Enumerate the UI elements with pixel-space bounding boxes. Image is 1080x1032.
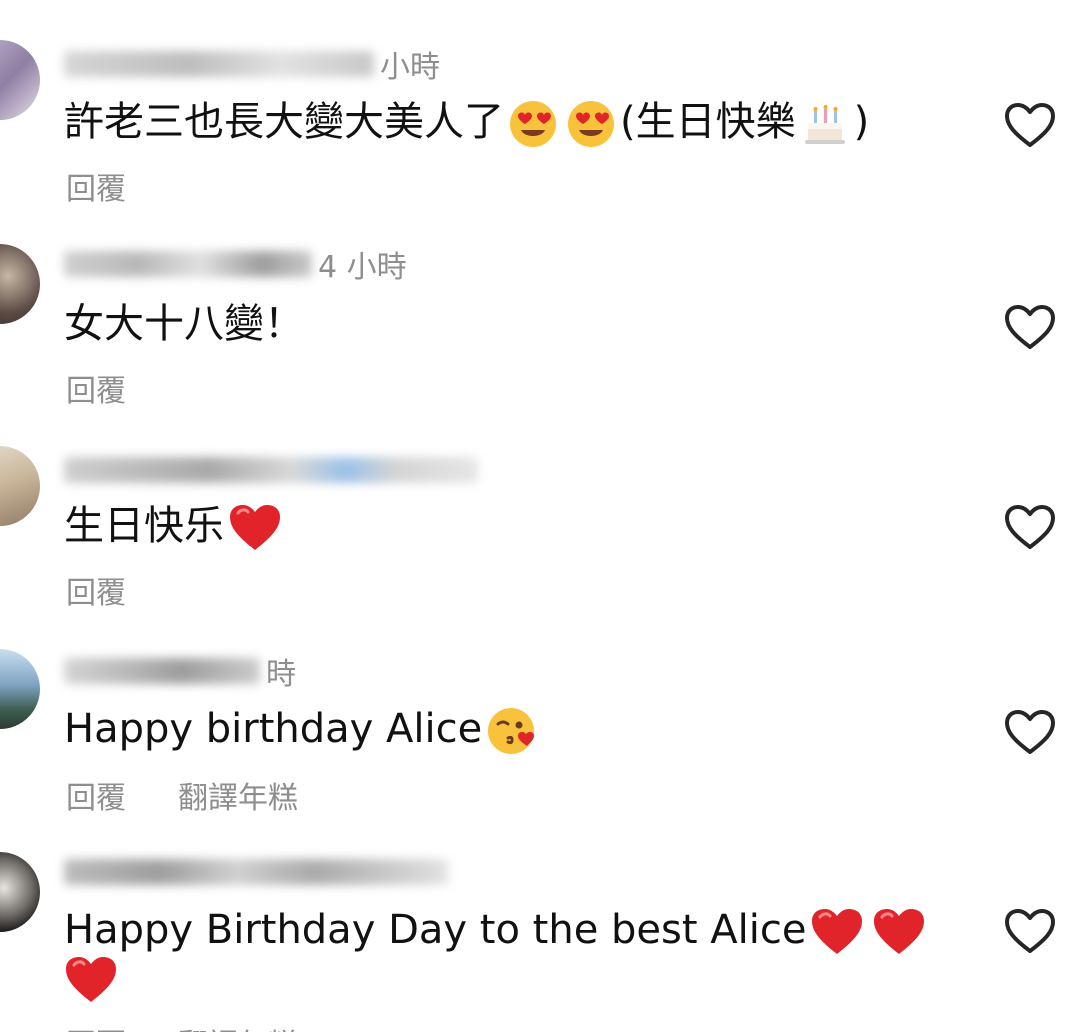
comment-text-line2 (64, 954, 122, 1005)
heart-eyes-emoji (510, 101, 556, 147)
comment-text-suffix: (生日快樂 (620, 99, 796, 145)
comment-time: 小時 (380, 50, 440, 85)
avatar[interactable] (0, 852, 40, 932)
red-heart-emoji (66, 957, 116, 1002)
red-heart-emoji (230, 505, 280, 550)
comment-text: 許老三也長大變大美人了 (生日快樂) (64, 98, 869, 149)
comment-text: 生日快乐 (64, 502, 286, 553)
comment-time: 時 (266, 657, 296, 692)
heart-icon[interactable] (1004, 504, 1056, 550)
comment-meta: 時 (64, 651, 296, 692)
username-blurred[interactable] (64, 658, 260, 684)
comment-text-main: 女大十八變！ (64, 301, 304, 347)
comment-text-main: 生日快乐 (64, 503, 224, 549)
heart-icon[interactable] (1004, 908, 1056, 954)
username-blurred[interactable] (64, 51, 374, 77)
kissing-face-emoji (488, 708, 535, 754)
comment-time: 4 小時 (318, 250, 407, 285)
comment-item: 小時 許老三也長大變大美人了 (生日快樂) 回覆 (0, 0, 1080, 207)
avatar[interactable] (0, 649, 40, 729)
reply-button[interactable]: 回覆 (66, 1020, 126, 1032)
heart-eyes-emoji (568, 101, 614, 147)
heart-icon[interactable] (1004, 709, 1056, 755)
username-blurred[interactable] (64, 251, 312, 277)
comment-meta: 小時 (64, 44, 440, 85)
avatar[interactable] (0, 40, 40, 120)
comment-text-main: Happy Birthday Day to the best Alice (64, 907, 807, 953)
username-blurred[interactable] (64, 859, 448, 885)
comment-text: Happy Birthday Day to the best Alice (64, 906, 930, 957)
comment-item: Happy Birthday Day to the best Alice 回覆 … (0, 810, 1080, 1032)
red-heart-emoji (874, 909, 925, 954)
birthday-cake-emoji (804, 105, 845, 144)
comment-meta (64, 450, 484, 490)
heart-icon[interactable] (1004, 304, 1056, 350)
heart-icon[interactable] (1004, 102, 1056, 148)
comment-text: Happy birthday Alice (64, 705, 544, 756)
comment-text: 女大十八變！ (64, 300, 304, 348)
comment-actions: 回覆 翻譯年糕 (66, 1020, 298, 1032)
comment-item: 4 小時 女大十八變！ 回覆 (0, 200, 1080, 409)
username-blurred[interactable] (64, 457, 478, 483)
comment-meta (64, 852, 454, 892)
comment-text-main: Happy birthday Alice (64, 706, 483, 752)
comment-text-main: 許老三也長大變大美人了 (64, 99, 504, 145)
comment-item: 時 Happy birthday Alice 回覆 翻譯年糕 (0, 605, 1080, 816)
comment-item: 生日快乐 回覆 (0, 400, 1080, 611)
avatar[interactable] (0, 244, 40, 324)
red-heart-emoji (812, 909, 863, 954)
comment-text-end: ) (853, 99, 870, 145)
avatar[interactable] (0, 446, 40, 526)
translate-button[interactable]: 翻譯年糕 (178, 1020, 298, 1032)
comment-meta: 4 小時 (64, 244, 407, 285)
